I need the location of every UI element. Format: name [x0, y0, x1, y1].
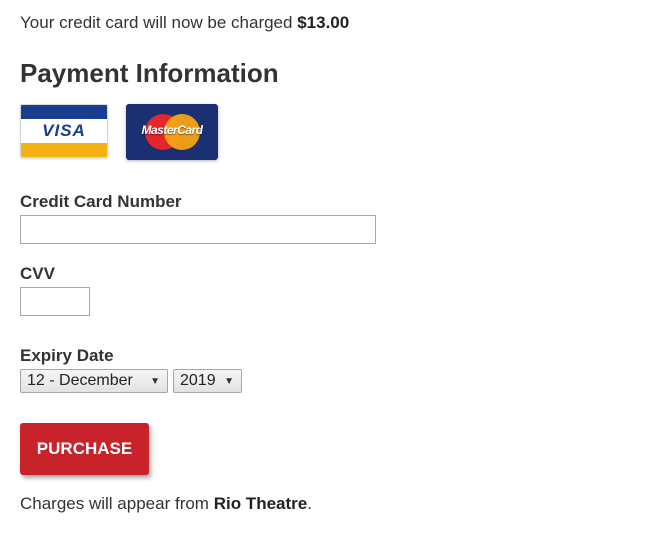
merchant-name: Rio Theatre	[213, 494, 308, 513]
visa-blue-band	[21, 105, 107, 119]
credit-card-number-label: Credit Card Number	[20, 192, 182, 211]
cvv-input[interactable]	[20, 287, 90, 316]
expiry-month-value: 12 - December	[27, 372, 133, 389]
accepted-cards: VISA MasterCard	[20, 104, 218, 160]
expiry-month-select[interactable]: 12 - December ▼	[20, 369, 168, 393]
charges-note: Charges will appear from Rio Theatre.	[20, 494, 312, 514]
charge-notice: Your credit card will now be charged $13…	[20, 13, 349, 33]
chevron-down-icon: ▼	[150, 375, 160, 387]
expiry-year-select[interactable]: 2019 ▼	[173, 369, 242, 393]
charge-amount: $13.00	[297, 13, 350, 32]
purchase-button[interactable]: PURCHASE	[20, 423, 149, 475]
expiry-year-value: 2019	[180, 372, 216, 389]
mastercard-logo-text: MasterCard	[141, 123, 203, 137]
cvv-label: CVV	[20, 264, 55, 283]
credit-card-number-input[interactable]	[20, 215, 376, 244]
visa-logo: VISA	[20, 104, 108, 158]
visa-gold-band	[21, 143, 107, 157]
mastercard-logo: MasterCard	[126, 104, 218, 160]
page-title: Payment Information	[20, 58, 279, 88]
expiry-date-label: Expiry Date	[20, 346, 114, 365]
charges-note-period: .	[307, 494, 312, 513]
charge-notice-text: Your credit card will now be charged	[20, 13, 293, 32]
payment-page: Your credit card will now be charged $13…	[0, 0, 668, 536]
chevron-down-icon: ▼	[224, 375, 234, 387]
visa-logo-text: VISA	[42, 121, 86, 140]
charges-note-text: Charges will appear from	[20, 494, 209, 513]
